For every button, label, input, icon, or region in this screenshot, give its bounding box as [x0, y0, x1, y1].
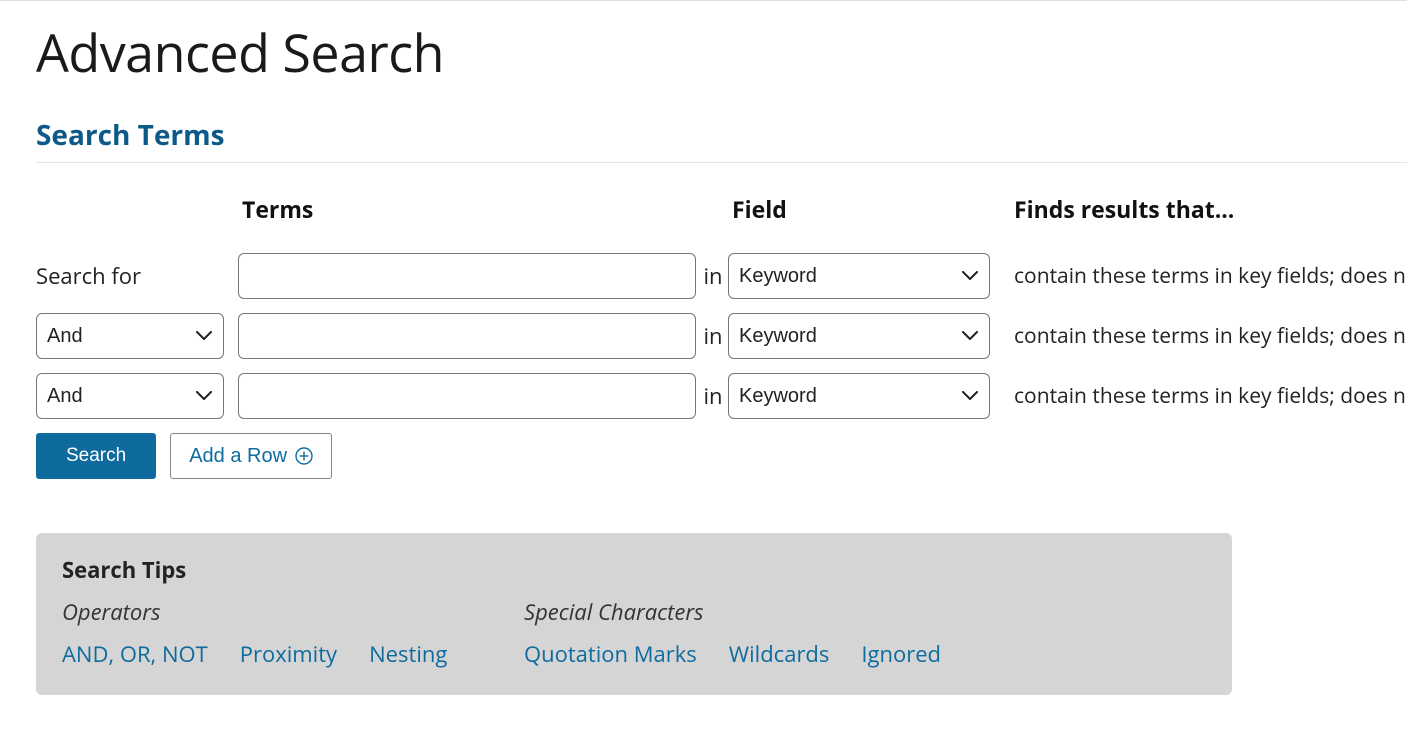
- button-row: Search Add a Row: [36, 433, 1407, 479]
- section-title-search-terms: Search Terms: [36, 116, 1407, 154]
- special-characters-subhead: Special Characters: [524, 597, 1206, 627]
- search-terms-grid: Terms Field Finds results that... Search…: [36, 193, 1407, 479]
- column-header-field: Field: [728, 193, 992, 225]
- field-select[interactable]: Keyword: [728, 313, 990, 359]
- terms-input[interactable]: [238, 373, 696, 419]
- plus-circle-icon: [295, 447, 313, 465]
- operator-select[interactable]: And: [36, 313, 224, 359]
- operators-subhead: Operators: [62, 597, 524, 627]
- search-for-label: Search for: [36, 261, 141, 291]
- search-tips-title: Search Tips: [62, 555, 1206, 585]
- search-tips-box: Search Tips Operators AND, OR, NOT Proxi…: [36, 533, 1232, 695]
- terms-input[interactable]: [238, 253, 696, 299]
- search-row: Search for in Keyword contain these term…: [36, 253, 1407, 299]
- row-description: contain these terms in key fields; does …: [1014, 322, 1407, 350]
- column-header-finds: Finds results that...: [1014, 193, 1407, 225]
- add-row-label: Add a Row: [189, 445, 287, 468]
- column-header-terms: Terms: [238, 193, 698, 225]
- link-quotation-marks[interactable]: Quotation Marks: [524, 639, 697, 669]
- divider: [36, 162, 1407, 163]
- row-description: contain these terms in key fields; does …: [1014, 382, 1407, 410]
- row-description: contain these terms in key fields; does …: [1014, 262, 1407, 290]
- add-row-button[interactable]: Add a Row: [170, 433, 332, 479]
- operator-links: AND, OR, NOT Proximity Nesting: [62, 639, 524, 669]
- in-label: in: [698, 321, 728, 351]
- search-row: And in Keyword: [36, 313, 1407, 359]
- link-wildcards[interactable]: Wildcards: [729, 639, 830, 669]
- in-label: in: [698, 381, 728, 411]
- link-ignored[interactable]: Ignored: [861, 639, 941, 669]
- link-and-or-not[interactable]: AND, OR, NOT: [62, 639, 208, 669]
- search-button[interactable]: Search: [36, 433, 156, 479]
- search-row: And in Keyword: [36, 373, 1407, 419]
- field-select[interactable]: Keyword: [728, 373, 990, 419]
- field-select[interactable]: Keyword: [728, 253, 990, 299]
- column-header-row: Terms Field Finds results that...: [36, 193, 1407, 225]
- operator-select[interactable]: And: [36, 373, 224, 419]
- special-char-links: Quotation Marks Wildcards Ignored: [524, 639, 1206, 669]
- in-label: in: [698, 261, 728, 291]
- terms-input[interactable]: [238, 313, 696, 359]
- link-proximity[interactable]: Proximity: [240, 639, 337, 669]
- link-nesting[interactable]: Nesting: [369, 639, 447, 669]
- page-title: Advanced Search: [36, 17, 1407, 88]
